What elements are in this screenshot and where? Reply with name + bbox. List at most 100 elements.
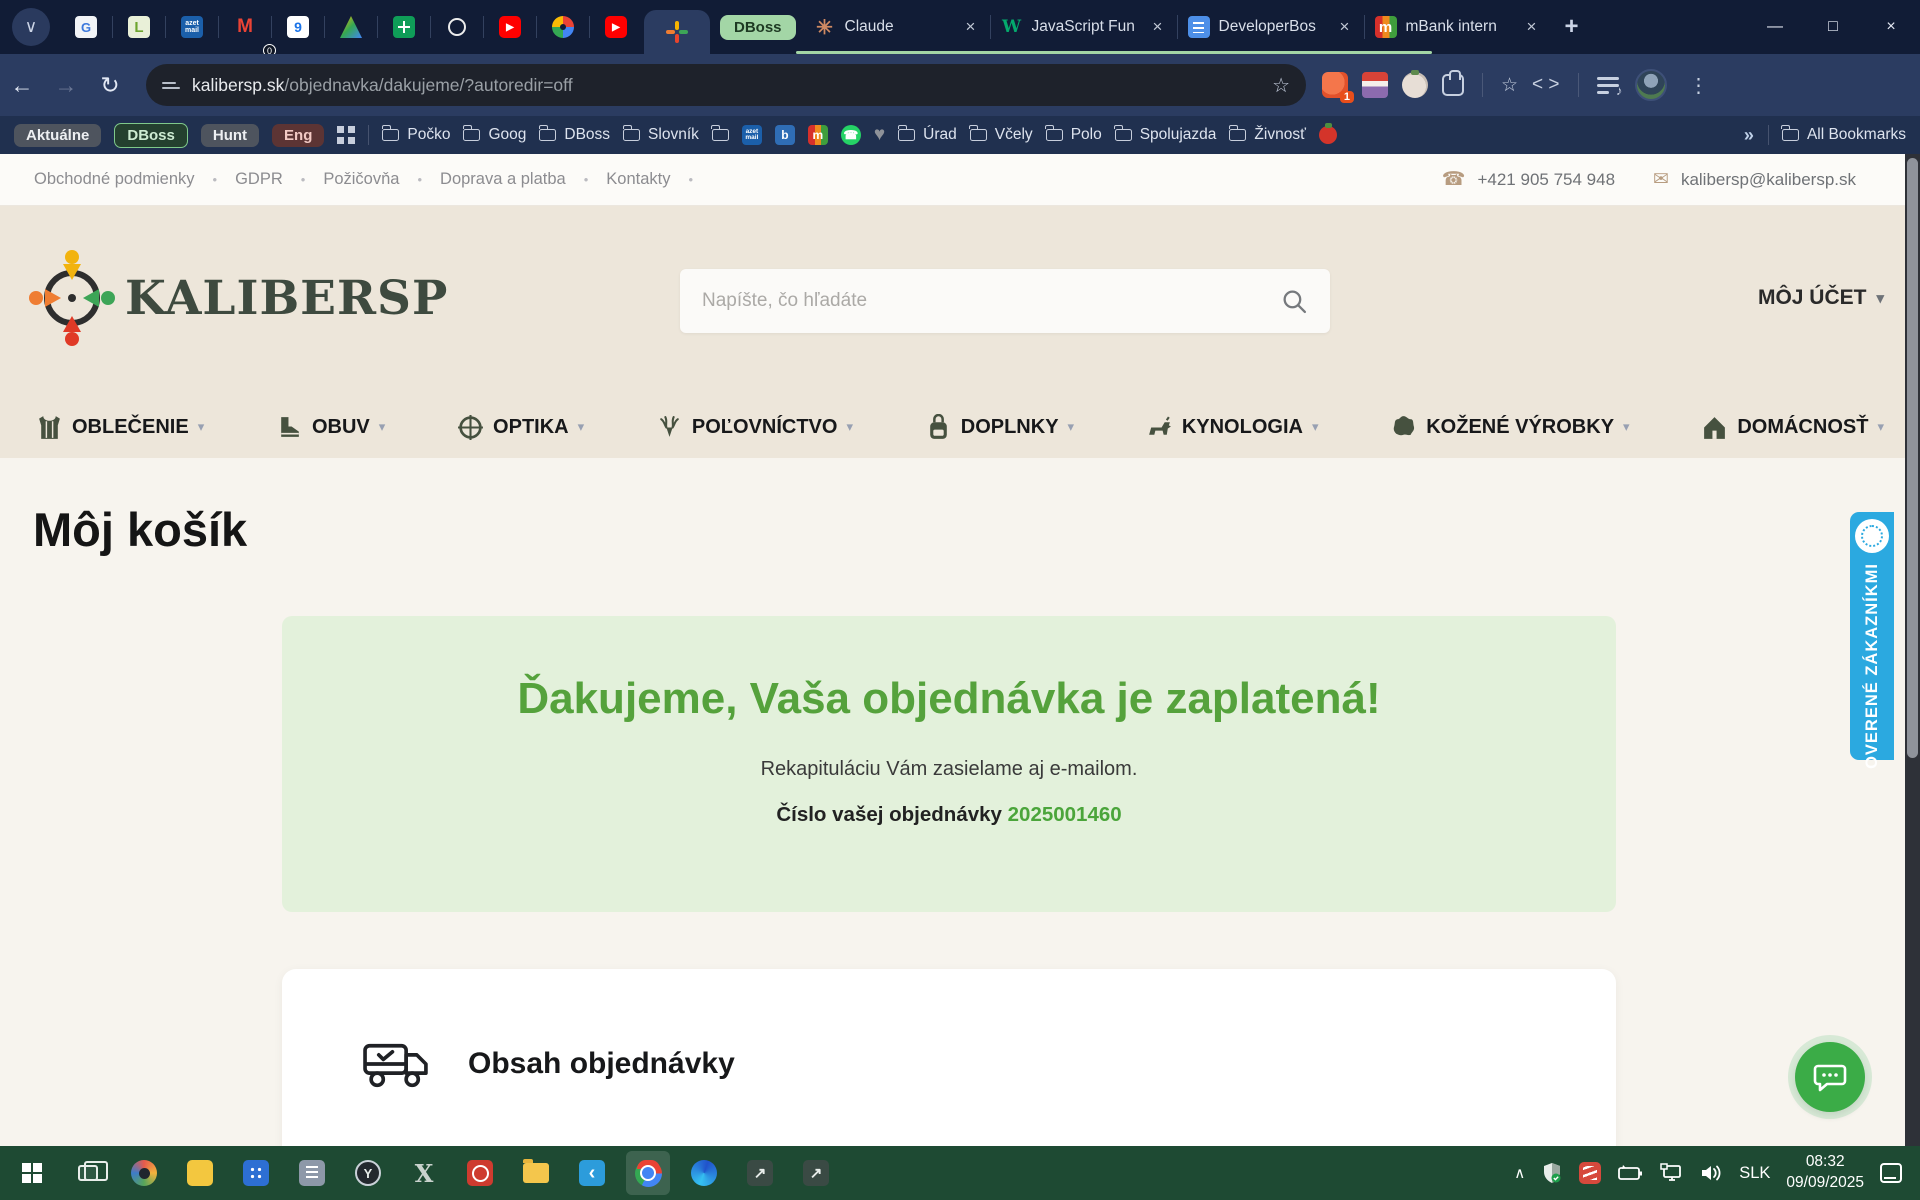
search-icon[interactable] (1281, 288, 1308, 315)
extension-icon-tomato[interactable] (1402, 72, 1428, 98)
tomato-bookmark-icon[interactable] (1319, 126, 1337, 144)
forward-button[interactable]: → (44, 72, 88, 99)
security-shield-icon[interactable] (1541, 1162, 1563, 1184)
pinned-tab-youtube-2[interactable]: ▶ (590, 0, 642, 54)
pinned-tab-google-photos[interactable] (537, 0, 589, 54)
taskbar-app-media[interactable] (122, 1151, 166, 1195)
chat-widget-button[interactable] (1795, 1042, 1865, 1112)
extension-icon-books[interactable] (1362, 72, 1388, 98)
bookmark-folder-spolujazda[interactable]: Spolujazda (1115, 126, 1217, 144)
bookmark-folder-unnamed[interactable] (712, 129, 729, 141)
tab-group-chip-eng[interactable]: Eng (272, 124, 324, 147)
minimize-button[interactable]: — (1746, 0, 1804, 54)
apps-grid-icon[interactable] (337, 126, 355, 144)
pinned-tab-google-calendar[interactable]: 9 (272, 0, 324, 54)
start-button[interactable] (10, 1151, 54, 1195)
pinned-tab-gmail[interactable]: M0 (219, 0, 271, 54)
maximize-button[interactable]: □ (1804, 0, 1862, 54)
chrome-button[interactable] (626, 1151, 670, 1195)
link-pozicovna[interactable]: Požičovňa (323, 170, 399, 189)
verified-customers-badge[interactable]: OVERENÉ ZÁKAZNÍKMI (1850, 512, 1894, 760)
taskbar-clock[interactable]: 08:32 09/09/2025 (1786, 1152, 1864, 1194)
taskbar-app-xtool[interactable]: X (402, 1151, 446, 1195)
bookmark-folder-vcely[interactable]: Včely (970, 126, 1033, 144)
link-kontakty[interactable]: Kontakty (606, 170, 670, 189)
order-number-value[interactable]: 2025001460 (1008, 803, 1122, 826)
azet-mail-bookmark-icon[interactable]: azet mail (742, 125, 762, 145)
nav-kozene-vyrobky[interactable]: KOŽENÉ VÝROBKY▾ (1390, 414, 1629, 441)
close-tab-icon[interactable]: × (1336, 17, 1354, 37)
email-link[interactable]: kalibersp@kalibersp.sk (1681, 170, 1856, 190)
close-button[interactable]: × (1862, 0, 1920, 54)
media-playlist-icon[interactable] (1597, 76, 1621, 94)
profile-avatar[interactable] (1635, 69, 1667, 101)
search-input[interactable] (702, 290, 1281, 312)
close-tab-icon[interactable]: × (1523, 17, 1541, 37)
tab-mbank[interactable]: m mBank intern × (1365, 0, 1551, 54)
taskbar-app-util2[interactable] (794, 1151, 838, 1195)
all-bookmarks[interactable]: All Bookmarks (1782, 126, 1906, 144)
b-site-bookmark-icon[interactable]: b (775, 125, 795, 145)
network-icon[interactable] (1659, 1163, 1683, 1183)
edge-button[interactable] (682, 1151, 726, 1195)
file-explorer-button[interactable] (514, 1151, 558, 1195)
scrollbar-track[interactable] (1905, 154, 1920, 1146)
bookmark-folder-polo[interactable]: Polo (1046, 126, 1102, 144)
bookmarks-overflow-icon[interactable]: » (1744, 125, 1755, 146)
nav-obuv[interactable]: OBUV▾ (276, 414, 385, 441)
site-info-icon[interactable] (162, 82, 180, 89)
pinned-tab-l[interactable]: L (113, 0, 165, 54)
vscode-button[interactable] (570, 1151, 614, 1195)
pinned-tab-google-drive[interactable] (325, 0, 377, 54)
taskbar-app-util1[interactable] (738, 1151, 782, 1195)
address-bar[interactable]: kalibersp.sk/objednavka/dakujeme/?autore… (146, 64, 1306, 106)
bookmark-folder-zivnost[interactable]: Živnosť (1229, 126, 1305, 144)
new-tab-button[interactable]: + (1565, 13, 1579, 41)
phone-number[interactable]: +421 905 754 948 (1477, 170, 1615, 190)
taskbar-app-wheel[interactable] (346, 1151, 390, 1195)
tab-javascript[interactable]: W JavaScript Fun × (991, 0, 1177, 54)
close-tab-icon[interactable]: × (1149, 17, 1167, 37)
task-view-button[interactable] (66, 1151, 110, 1195)
site-logo[interactable]: KALIBERSP (33, 254, 448, 342)
extension-icon-1[interactable]: 1 (1322, 72, 1348, 98)
mbank-bookmark-icon[interactable]: m (808, 125, 828, 145)
tab-search-button[interactable]: ∨ (12, 8, 50, 46)
close-tab-icon[interactable]: × (962, 17, 980, 37)
hidden-icons-chevron[interactable]: ∧ (1514, 1164, 1525, 1182)
tab-group-chip-dboss[interactable]: DBoss (114, 123, 188, 148)
scrollbar-thumb[interactable] (1907, 158, 1918, 758)
nav-optika[interactable]: OPTIKA▾ (457, 414, 584, 441)
bookmark-star-icon[interactable]: ☆ (1272, 73, 1290, 98)
volume-icon[interactable] (1699, 1163, 1723, 1183)
nav-kynologia[interactable]: KYNOLOGIA▾ (1146, 414, 1319, 441)
heart-icon[interactable]: ♥ (874, 124, 885, 146)
bookmark-folder-dboss[interactable]: DBoss (539, 126, 610, 144)
link-obchodne-podmienky[interactable]: Obchodné podmienky (34, 170, 195, 189)
nav-domacnost[interactable]: DOMÁCNOSŤ▾ (1701, 414, 1884, 441)
todoist-icon[interactable] (1579, 1162, 1601, 1184)
taskbar-app-grid[interactable] (234, 1151, 278, 1195)
taskbar-app-clipboard[interactable] (290, 1151, 334, 1195)
bookmark-folder-pocko[interactable]: Počko (382, 126, 450, 144)
whatsapp-icon[interactable]: ☎ (841, 125, 861, 145)
nav-doplnky[interactable]: DOPLNKY▾ (925, 414, 1074, 441)
link-gdpr[interactable]: GDPR (235, 170, 283, 189)
account-menu[interactable]: MÔJ ÚČET ▾ (1758, 286, 1884, 310)
language-indicator[interactable]: SLK (1739, 1164, 1770, 1183)
extensions-puzzle-icon[interactable] (1442, 74, 1464, 96)
notification-center-icon[interactable] (1880, 1163, 1902, 1183)
browser-menu-icon[interactable]: ⋮ (1681, 73, 1725, 98)
active-tab-kalibersp[interactable] (644, 10, 710, 54)
bookmark-folder-goog[interactable]: Goog (463, 126, 526, 144)
tab-claude[interactable]: ✳ Claude × (804, 0, 990, 54)
battery-icon[interactable] (1617, 1164, 1643, 1182)
bookmark-folder-slovnik[interactable]: Slovník (623, 126, 699, 144)
pinned-tab-google-translate[interactable]: G (60, 0, 112, 54)
taskbar-app-stickynotes[interactable] (178, 1151, 222, 1195)
tab-group-chip[interactable]: DBoss (720, 15, 796, 40)
pinned-tab-azet-mail[interactable]: azet mail (166, 0, 218, 54)
nav-oblecenie[interactable]: OBLEČENIE▾ (36, 414, 204, 441)
back-button[interactable]: ← (0, 72, 44, 99)
pinned-tab-chatgpt[interactable] (431, 0, 483, 54)
